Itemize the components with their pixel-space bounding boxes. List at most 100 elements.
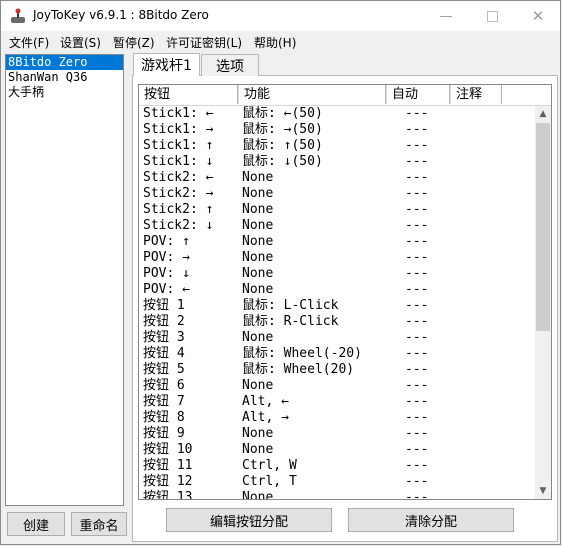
table-row[interactable]: POV: ← None --- xyxy=(139,282,535,298)
cell-function: None xyxy=(242,234,274,249)
cell-button: POV: ↑ xyxy=(143,234,190,249)
column-header-button[interactable]: 按钮 xyxy=(139,85,238,104)
table-row[interactable]: Stick1: ↑ 鼠标: ↑(50) --- xyxy=(139,138,535,154)
edit-assignment-button[interactable]: 编辑按钮分配 xyxy=(166,508,332,532)
table-row[interactable]: Stick1: → 鼠标: →(50) --- xyxy=(139,122,535,138)
cell-function: None xyxy=(242,186,274,201)
scroll-up-icon[interactable]: ▲ xyxy=(535,106,551,122)
table-row[interactable]: 按钮 5 鼠标: Wheel(20) --- xyxy=(139,362,535,378)
table-row[interactable]: POV: ↓ None --- xyxy=(139,266,535,282)
minimize-button[interactable]: — xyxy=(423,1,469,31)
minimize-icon: — xyxy=(439,8,453,24)
table-body: Stick1: ← 鼠标: ←(50) --- Stick1: → 鼠标: →(50) -… xyxy=(139,106,535,500)
table-row[interactable]: Stick2: → None --- xyxy=(139,186,535,202)
tab-joystick1[interactable]: 游戏杆1 xyxy=(133,53,200,76)
cell-auto: --- xyxy=(405,314,429,329)
menu-bar: 文件(F) 设置(S) 暂停(Z) 许可证密钥(L) 帮助(H) xyxy=(1,31,560,51)
column-header-function[interactable]: 功能 xyxy=(238,85,386,104)
table-row[interactable]: 按钮 6 None --- xyxy=(139,378,535,394)
cell-function: 鼠标: R-Click xyxy=(242,314,339,329)
cell-button: Stick1: ↓ xyxy=(143,154,214,169)
cell-function: 鼠标: ←(50) xyxy=(242,106,323,121)
create-button[interactable]: 创建 xyxy=(7,512,65,536)
cell-auto: --- xyxy=(405,218,429,233)
cell-function: 鼠标: ↑(50) xyxy=(242,138,323,153)
cell-auto: --- xyxy=(405,170,429,185)
menu-pause[interactable]: 暂停(Z) xyxy=(113,34,155,51)
table-row[interactable]: 按钮 7 Alt, ← --- xyxy=(139,394,535,410)
table-row[interactable]: 按钮 1 鼠标: L-Click --- xyxy=(139,298,535,314)
cell-button: 按钮 1 xyxy=(143,298,185,313)
table-row[interactable]: 按钮 11 Ctrl, W --- xyxy=(139,458,535,474)
table-row[interactable]: 按钮 10 None --- xyxy=(139,442,535,458)
title-bar[interactable]: JoyToKey v6.9.1 : 8Bitdo Zero — ✕ xyxy=(1,1,560,31)
cell-auto: --- xyxy=(405,106,429,121)
table-row[interactable]: 按钮 9 None --- xyxy=(139,426,535,442)
table-row[interactable]: Stick1: ↓ 鼠标: ↓(50) --- xyxy=(139,154,535,170)
cell-button: 按钮 8 xyxy=(143,410,185,425)
cell-auto: --- xyxy=(405,250,429,265)
table-row[interactable]: POV: ↑ None --- xyxy=(139,234,535,250)
menu-settings[interactable]: 设置(S) xyxy=(60,34,101,51)
cell-button: Stick2: → xyxy=(143,186,214,201)
cell-function: None xyxy=(242,378,274,393)
table-row[interactable]: POV: → None --- xyxy=(139,250,535,266)
cell-function: None xyxy=(242,250,274,265)
cell-button: 按钮 9 xyxy=(143,426,185,441)
button-assignment-table: 按钮 功能 自动 注释 Stick1: ← 鼠标: ←(50) --- Stick1:… xyxy=(138,84,552,500)
rename-button[interactable]: 重命名 xyxy=(71,512,127,536)
cell-function: None xyxy=(242,330,274,345)
table-row[interactable]: 按钮 3 None --- xyxy=(139,330,535,346)
table-row[interactable]: Stick2: ↓ None --- xyxy=(139,218,535,234)
cell-function: None xyxy=(242,490,274,500)
cell-function: 鼠标: ↓(50) xyxy=(242,154,323,169)
window-title: JoyToKey v6.9.1 : 8Bitdo Zero xyxy=(33,8,209,22)
cell-button: POV: ← xyxy=(143,282,190,297)
cell-function: None xyxy=(242,266,274,281)
cell-function: None xyxy=(242,202,274,217)
cell-auto: --- xyxy=(405,186,429,201)
menu-help[interactable]: 帮助(H) xyxy=(254,34,296,51)
table-row[interactable]: Stick2: ← None --- xyxy=(139,170,535,186)
cell-function: Alt, ← xyxy=(242,394,289,409)
cell-auto: --- xyxy=(405,282,429,297)
close-icon: ✕ xyxy=(531,7,545,25)
cell-button: 按钮 5 xyxy=(143,362,185,377)
clear-assignment-button[interactable]: 清除分配 xyxy=(348,508,514,532)
column-header-auto[interactable]: 自动 xyxy=(386,85,450,104)
table-row[interactable]: Stick1: ← 鼠标: ←(50) --- xyxy=(139,106,535,122)
table-row[interactable]: 按钮 2 鼠标: R-Click --- xyxy=(139,314,535,330)
device-item[interactable]: 8Bitdo Zero xyxy=(6,55,123,70)
tab-options[interactable]: 选项 xyxy=(201,54,259,76)
cell-auto: --- xyxy=(405,202,429,217)
maximize-button[interactable] xyxy=(469,1,515,31)
cell-button: 按钮 6 xyxy=(143,378,185,393)
table-row[interactable]: 按钮 4 鼠标: Wheel(-20) --- xyxy=(139,346,535,362)
cell-auto: --- xyxy=(405,410,429,425)
cell-function: Alt, → xyxy=(242,410,289,425)
cell-auto: --- xyxy=(405,298,429,313)
vertical-scrollbar[interactable]: ▲ ▼ xyxy=(535,106,551,499)
table-row[interactable]: 按钮 8 Alt, → --- xyxy=(139,410,535,426)
device-list[interactable]: 8Bitdo Zero ShanWan Q36 大手柄 xyxy=(5,54,124,506)
cell-button: Stick2: ↑ xyxy=(143,202,214,217)
table-row[interactable]: Stick2: ↑ None --- xyxy=(139,202,535,218)
menu-file[interactable]: 文件(F) xyxy=(9,34,49,51)
cell-function: None xyxy=(242,282,274,297)
cell-button: 按钮 7 xyxy=(143,394,185,409)
scroll-down-icon[interactable]: ▼ xyxy=(535,483,551,499)
device-item[interactable]: 大手柄 xyxy=(6,85,123,100)
cell-button: Stick1: ← xyxy=(143,106,214,121)
menu-license-key[interactable]: 许可证密钥(L) xyxy=(166,34,242,51)
close-button[interactable]: ✕ xyxy=(515,1,561,31)
column-header-comment[interactable]: 注释 xyxy=(450,85,502,104)
device-item[interactable]: ShanWan Q36 xyxy=(6,70,123,85)
cell-function: Ctrl, T xyxy=(242,474,297,489)
scrollbar-thumb[interactable] xyxy=(536,123,550,331)
cell-auto: --- xyxy=(405,122,429,137)
table-row[interactable]: 按钮 12 Ctrl, T --- xyxy=(139,474,535,490)
table-row[interactable]: 按钮 13 None --- xyxy=(139,490,535,500)
cell-button: 按钮 2 xyxy=(143,314,185,329)
cell-button: 按钮 10 xyxy=(143,442,193,457)
cell-button: Stick1: ↑ xyxy=(143,138,214,153)
